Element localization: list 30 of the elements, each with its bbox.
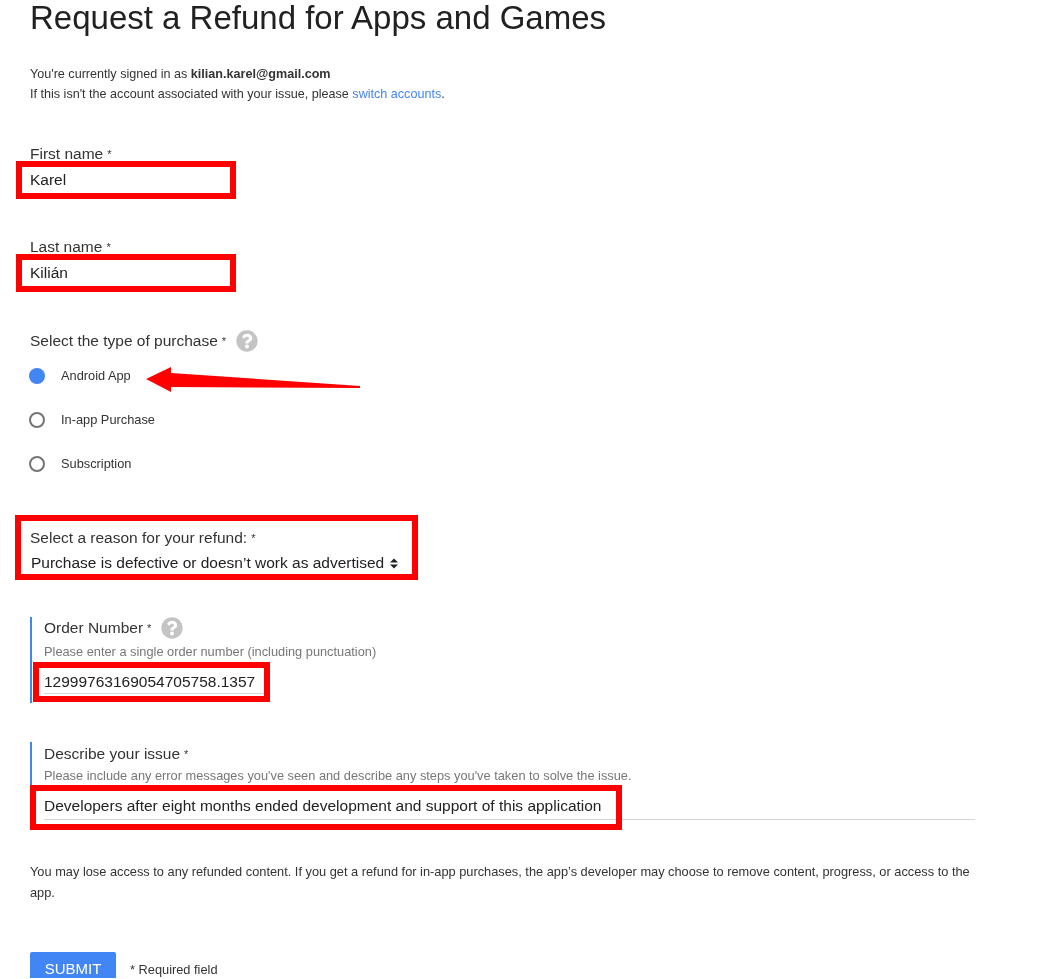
radio-button[interactable] [29,456,45,472]
radio-button[interactable] [29,368,45,384]
required-asterisk: * [106,240,111,254]
field-label: Last name [30,238,103,256]
page-title: Request a Refund for Apps and Games [30,0,608,36]
field-hint: Please include any error messages you've seen and describe any steps you've taken to solve the issue. [44,768,633,784]
switch-account-note: If this isn't the account associated with your issue, please switch accounts. [30,86,446,103]
required-asterisk: * [147,621,152,635]
radio-label: Subscription [61,455,132,474]
field-label: First name [30,145,104,163]
field-label: Describe your issue [44,745,181,763]
sort-arrows-icon [390,557,399,569]
field-label: Select a reason for your refund: [30,529,248,547]
refund-disclaimer: You may lose access to any refunded content. If you get a refund for in-app purchases, the app’s developer may choose to remove content, progress, or access to the app. [30,863,971,902]
radio-label: Android App [61,367,131,386]
required-field-note: * Required field [130,962,218,978]
text-input[interactable]: 12999763169054705758.1357 [44,670,264,694]
radio-button[interactable] [29,412,45,428]
radio-label: In-app Purchase [61,411,155,430]
signed-in-note: You're currently signed in as kilian.karel@gmail.com [30,66,332,83]
submit-button[interactable]: SUBMIT [30,952,116,978]
field-hint: Please enter a single order number (including punctuation) [44,644,378,660]
text-input[interactable]: Developers after eight months ended development and support of this application [44,792,975,820]
required-asterisk: * [107,147,112,161]
required-asterisk: * [221,334,227,348]
required-asterisk: * [184,747,189,761]
field-label: Select the type of purchase [30,332,218,350]
reason-select[interactable]: Purchase is defective or doesn’t work as advertised [31,554,399,572]
required-asterisk: * [251,531,256,545]
field-label: Order Number [44,619,144,637]
